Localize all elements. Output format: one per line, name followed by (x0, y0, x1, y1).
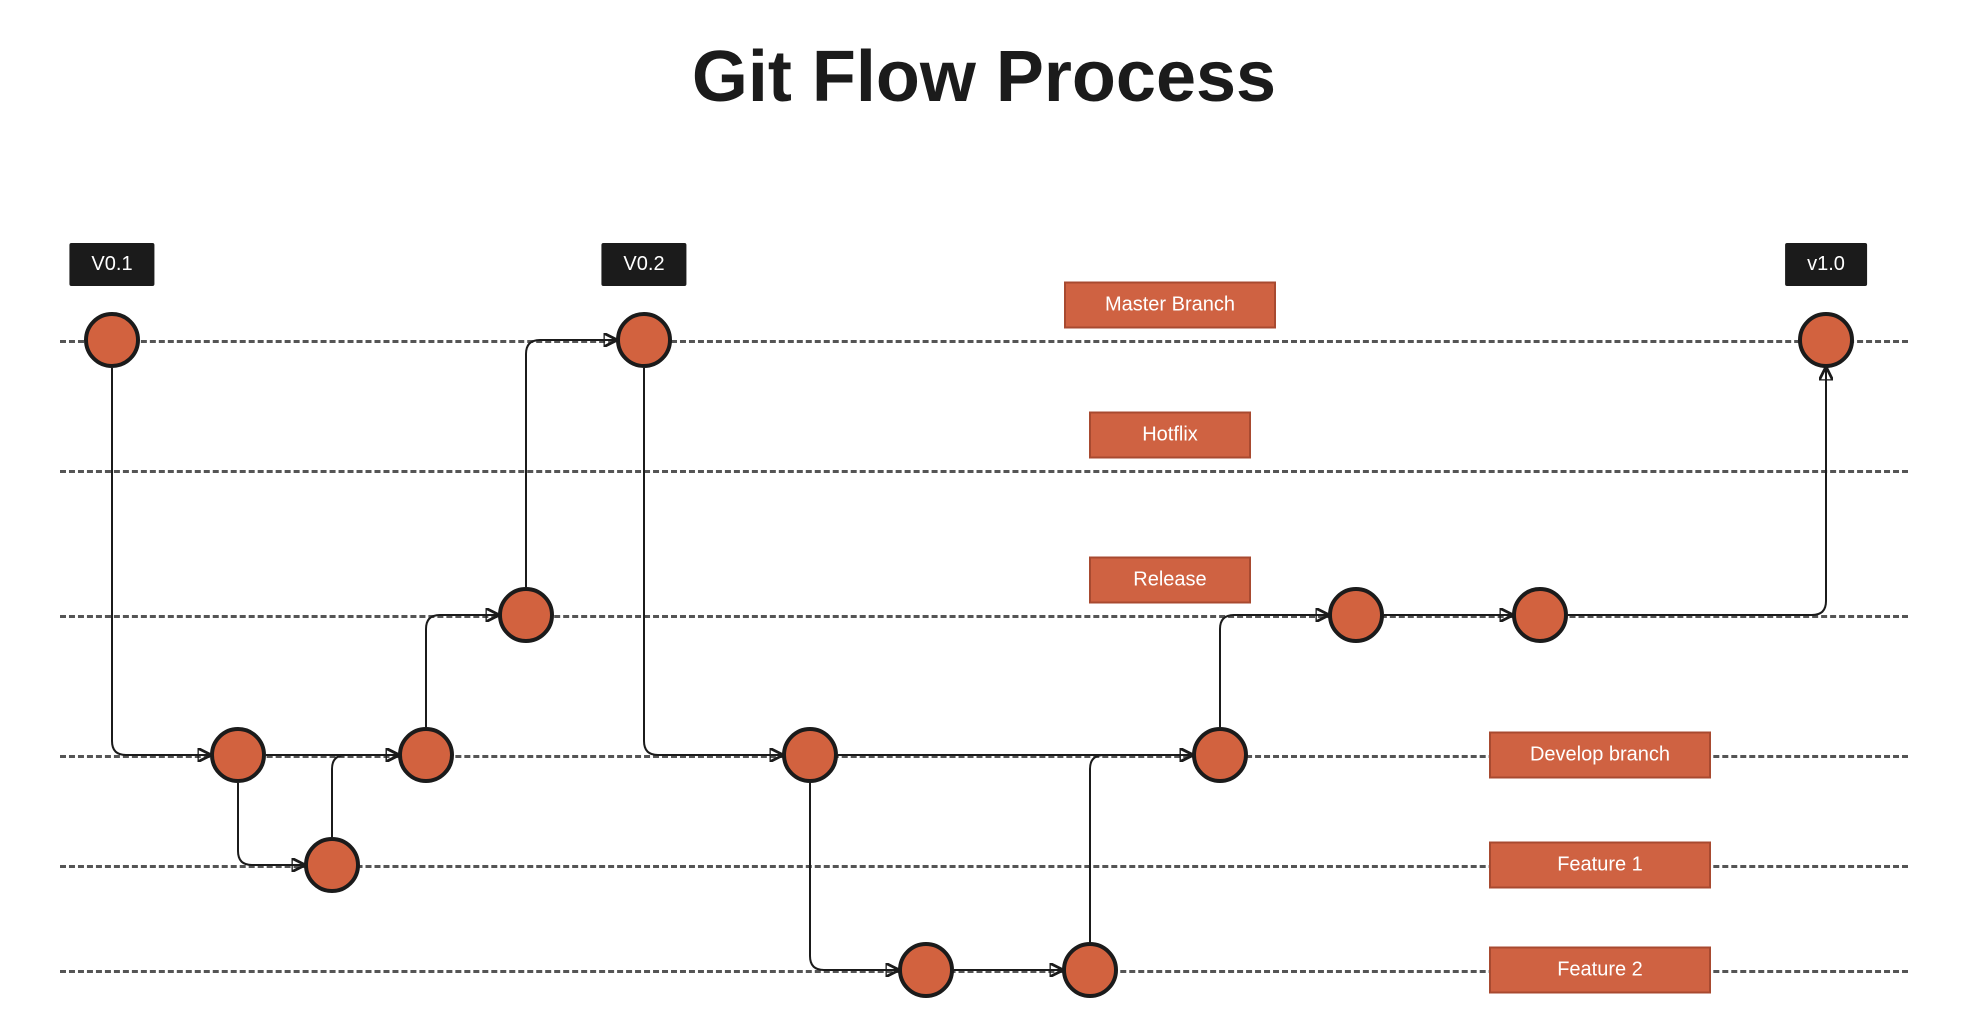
diagram-canvas: Git Flow Process V0.1 V0.2 v1.0 Master B… (0, 0, 1968, 1015)
commit-node-d4 (1192, 727, 1248, 783)
connector-f2b-to-d4 (1090, 755, 1192, 942)
connector-d2-to-r1 (426, 615, 498, 727)
commit-node-r1 (498, 587, 554, 643)
commit-node-r2 (1328, 587, 1384, 643)
branch-label-release: Release (1089, 557, 1251, 604)
commit-node-d2 (398, 727, 454, 783)
version-tag-v10: v1.0 (1785, 243, 1867, 286)
connector-d3-to-f2a (810, 783, 898, 970)
branch-label-develop: Develop branch (1489, 732, 1711, 779)
connector-r1-to-m2 (526, 340, 616, 587)
commit-node-r3 (1512, 587, 1568, 643)
commit-node-m1 (84, 312, 140, 368)
connector-d4-to-r2 (1220, 615, 1328, 727)
lane-master (60, 340, 1908, 343)
lane-release (60, 615, 1908, 618)
connector-f1a-to-d2 (332, 755, 398, 837)
commit-node-f2b (1062, 942, 1118, 998)
branch-label-feature2: Feature 2 (1489, 947, 1711, 994)
commit-node-d1 (210, 727, 266, 783)
lane-hotfix (60, 470, 1908, 473)
commit-node-m3 (1798, 312, 1854, 368)
commit-node-f1a (304, 837, 360, 893)
connector-d1-to-f1a (238, 783, 304, 865)
branch-label-hotfix: Hotflix (1089, 412, 1251, 459)
version-tag-v01: V0.1 (69, 243, 154, 286)
connector-r3-to-m3 (1568, 368, 1826, 615)
branch-label-master: Master Branch (1064, 282, 1276, 329)
commit-node-m2 (616, 312, 672, 368)
commit-node-d3 (782, 727, 838, 783)
version-tag-v02: V0.2 (601, 243, 686, 286)
connector-m1-to-d1 (112, 368, 210, 755)
connector-m2-to-d3 (644, 368, 782, 755)
diagram-title: Git Flow Process (0, 36, 1968, 118)
commit-node-f2a (898, 942, 954, 998)
branch-label-feature1: Feature 1 (1489, 842, 1711, 889)
